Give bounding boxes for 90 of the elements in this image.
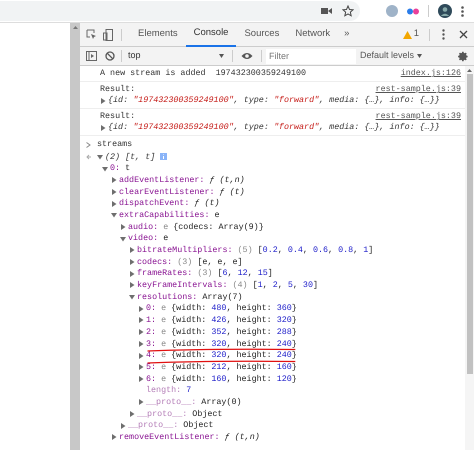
property-text: keyFrameIntervals: (4) [1, 2, 5, 30] [137,279,318,292]
source-link[interactable]: rest-sample.js:39 [376,110,461,123]
expand-arrow-icon[interactable] [111,177,117,184]
expand-arrow-icon[interactable] [138,399,144,406]
object-preview: {id: "197432300359249100", type: "forward", media: {…}, info: {…}} [108,121,440,134]
property-text: 2: e {width: 352, height: 288} [146,326,297,338]
devtools-tab[interactable]: Elements [130,22,186,46]
property-text: resolutions: Array(7) [137,290,243,304]
log-message: A new stream is added 197432300359249100 [100,67,306,80]
console-scrollbar[interactable] [465,66,474,450]
eye-icon[interactable] [241,52,253,60]
property-text: __proto__: Object [137,408,222,420]
more-tabs-button[interactable]: » [338,27,356,42]
property-text: 3: e {width: 320, height: 240} [146,338,297,350]
expand-arrow-icon[interactable] [111,434,117,440]
property-text: codecs: (3) [e, e, e] [137,256,243,268]
expand-arrow-icon[interactable] [100,98,106,104]
warnings-button[interactable]: 1 [402,27,425,42]
expand-arrow-icon[interactable] [138,364,144,370]
property-text: video: e [128,232,168,245]
object-preview: {id: "197432300359249100", type: "forward", media: {…}, info: {…}} [108,94,440,107]
collapse-arrow-icon[interactable] [97,154,103,160]
menu-icon[interactable] [461,6,464,16]
expand-arrow-icon[interactable] [138,352,144,359]
avatar-icon[interactable] [438,4,452,18]
expand-arrow-icon[interactable] [138,340,144,347]
dots-extension-icon[interactable] [407,8,419,14]
collapse-arrow-icon[interactable] [111,212,117,218]
scroll-up-icon[interactable] [467,69,472,72]
expand-arrow-icon[interactable] [138,317,144,324]
property-text: 1: e {width: 426, height: 320} [146,314,297,327]
expand-arrow-icon[interactable] [111,200,117,207]
expand-arrow-icon[interactable] [111,188,117,195]
scroll-up-icon[interactable] [72,26,78,29]
property-text: __proto__: Object [128,419,214,432]
command-text: streams [97,138,132,151]
expand-arrow-icon[interactable] [129,247,135,254]
expand-arrow-icon[interactable] [138,306,144,312]
expand-arrow-icon[interactable] [138,329,144,336]
property-text: addEventListener: ƒ (t,n) [119,174,245,187]
return-arrow-icon [86,154,92,160]
property-text: dispatchEvent: ƒ (t) [119,197,220,210]
expand-arrow-icon[interactable] [120,422,126,429]
property-text: 6: e {width: 160, height: 120} [146,372,297,386]
expand-arrow-icon[interactable] [129,259,135,266]
filter-field[interactable]: Filter [266,48,356,64]
clear-console-icon[interactable] [105,51,115,61]
array-summary: (2) [t, t] [105,150,156,164]
collapse-arrow-icon[interactable] [120,236,126,242]
dropdown-caret-icon [219,54,224,58]
camera-icon[interactable] [321,7,332,15]
more-options-icon[interactable] [442,29,445,40]
property-text: audio: e {codecs: Array(9)} [128,220,264,234]
close-icon[interactable] [459,30,468,39]
property-text: 0: e {width: 480, height: 360} [146,302,297,316]
warning-icon [402,30,412,38]
source-link[interactable]: index.js:126 [400,67,461,80]
result-label: Result: [100,110,136,122]
collapse-arrow-icon[interactable] [102,166,108,172]
expand-arrow-icon[interactable] [129,270,135,277]
expand-arrow-icon[interactable] [129,282,135,288]
result-label: Result: [100,83,136,96]
device-icon[interactable] [103,28,113,40]
settings-icon[interactable] [458,50,469,62]
expand-arrow-icon[interactable] [120,224,126,230]
property-text: length: 7 [146,384,192,397]
levels-dropdown[interactable]: Default levels [360,49,422,63]
dropdown-caret-icon [417,54,422,58]
property-text: bitrateMultipliers: (5) [0.2, 0.4, 0.6, 0.8, 1] [137,244,374,257]
sidebar-icon[interactable] [86,51,97,61]
property-text: 5: e {width: 212, height: 160} [146,360,297,374]
prompt-icon [86,142,91,148]
property-text: 4: e {width: 320, height: 240} [146,349,297,362]
inspect-icon[interactable] [86,29,97,40]
page-scrollbar[interactable] [70,23,80,450]
collapse-arrow-icon[interactable] [129,294,135,300]
property-text: 0: t [110,162,130,175]
property-text: __proto__: Array(0) [146,396,242,409]
context-dropdown[interactable]: top [128,49,228,63]
source-link[interactable]: rest-sample.js:39 [376,83,461,96]
property-text: frameRates: (3) [6, 12, 15] [137,267,273,280]
property-text: extraCapabilities: e [119,208,220,222]
devtools-tab[interactable]: Sources [236,22,288,46]
star-icon[interactable] [342,5,354,17]
expand-arrow-icon[interactable] [138,376,144,382]
expand-arrow-icon[interactable] [100,124,106,130]
expand-arrow-icon[interactable] [129,410,135,417]
devtools-tab[interactable]: Network [287,22,338,46]
property-text: clearEventListener: ƒ (t) [119,186,245,198]
property-text: removeEventListener: ƒ (t,n) [119,431,260,444]
